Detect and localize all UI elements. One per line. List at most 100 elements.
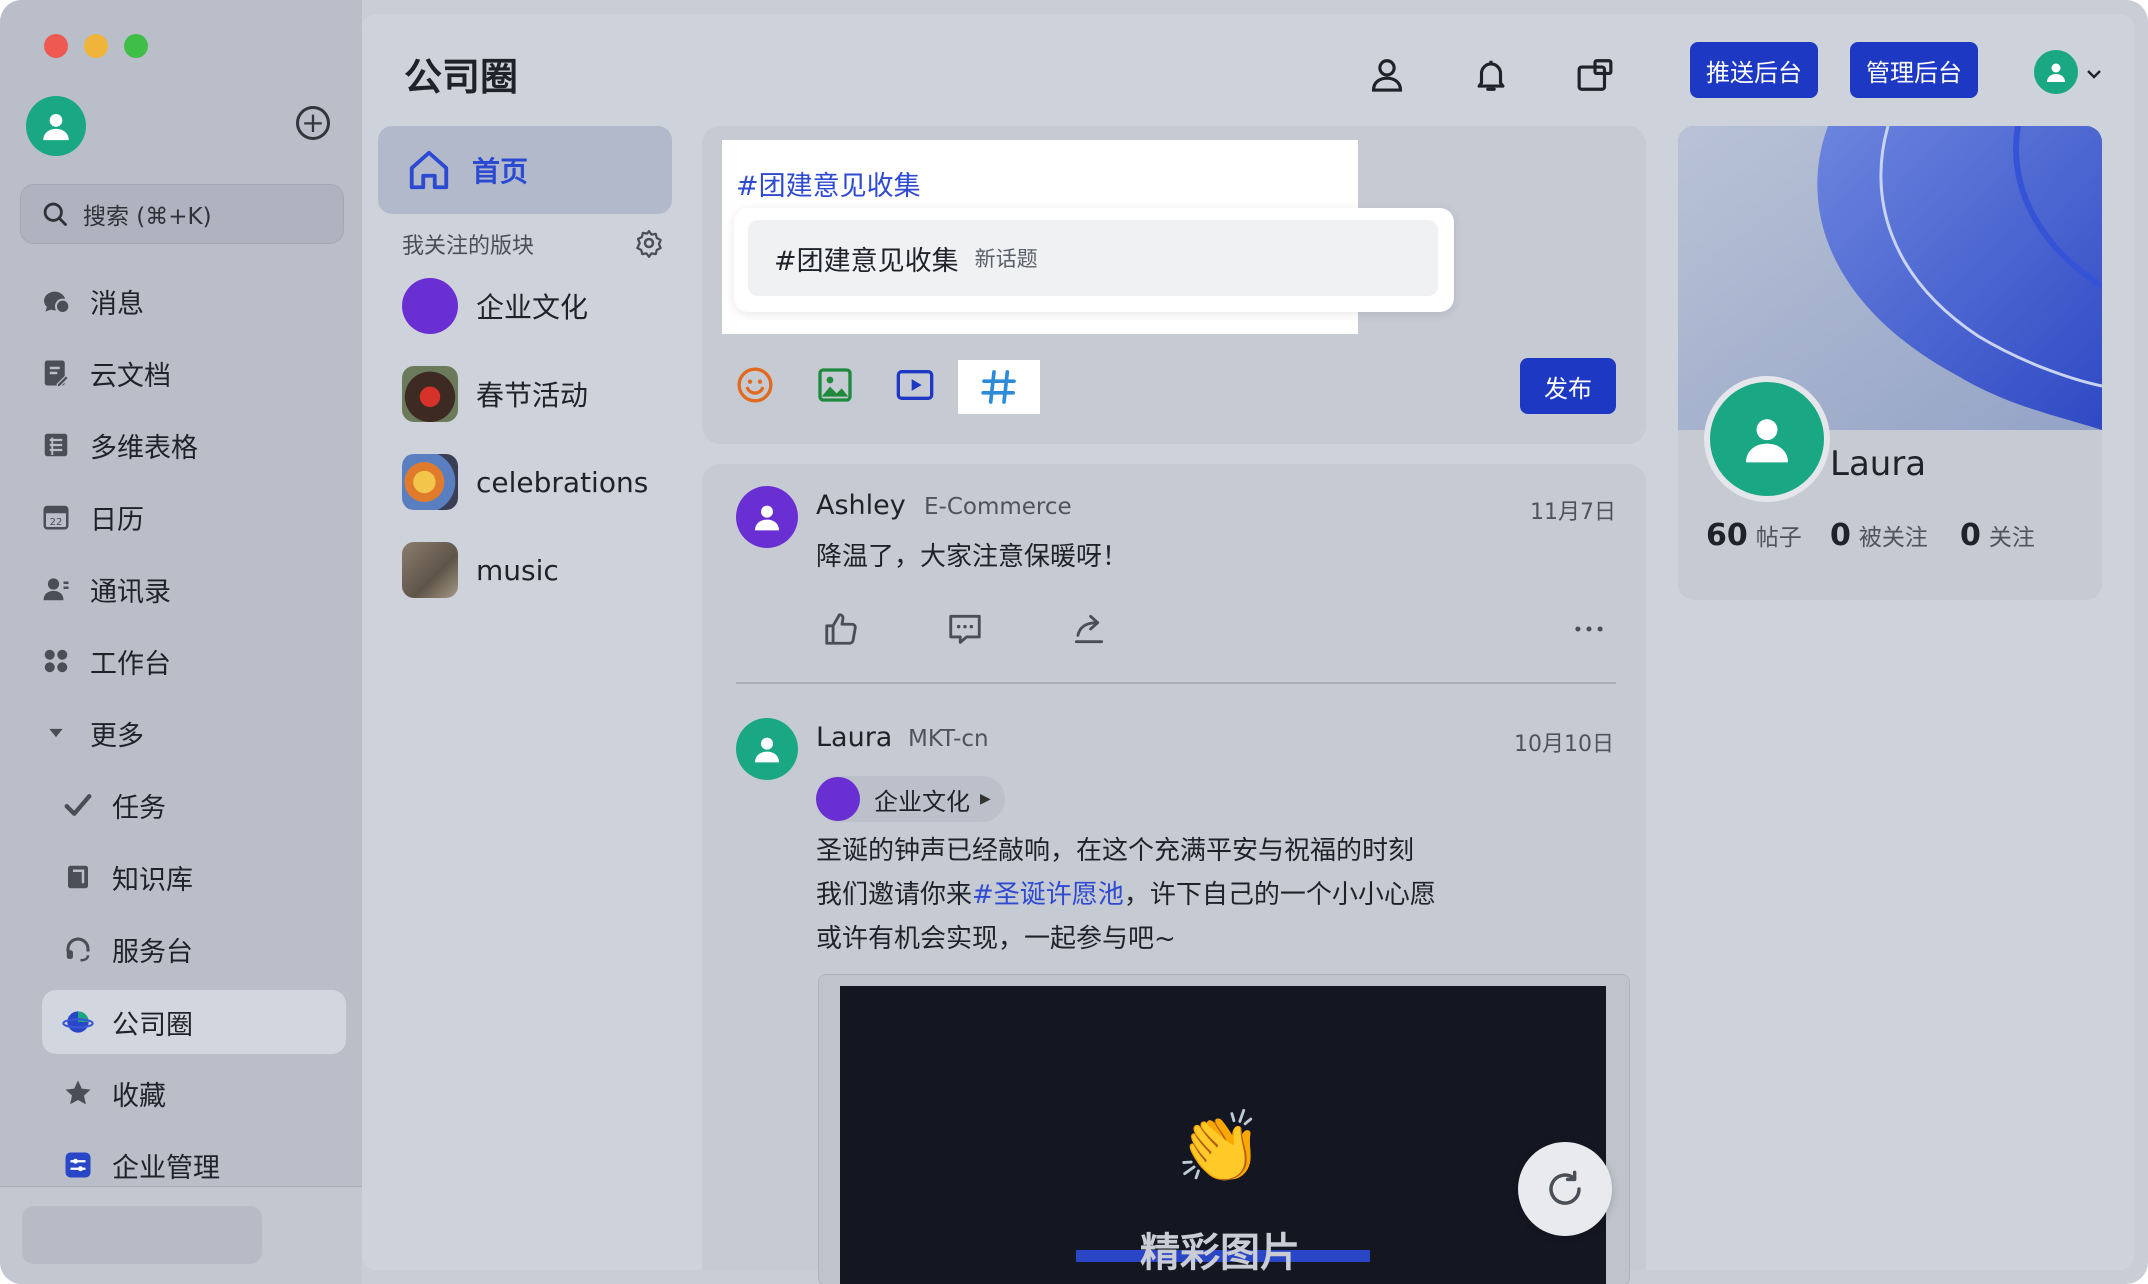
my-avatar[interactable]	[26, 96, 86, 156]
close-window-button[interactable]	[44, 34, 68, 58]
sidebar-item-contacts[interactable]: 通讯录	[36, 564, 171, 614]
moments-icon	[58, 1002, 98, 1042]
profile-name[interactable]: Laura	[1830, 444, 1926, 484]
sidebar-footer-placeholder	[22, 1206, 262, 1264]
left-sidebar: + 搜索 (⌘+K) 消息 云文档 多维表格 22 日历 通讯录 工作台 更多 …	[0, 0, 362, 1284]
board-name: music	[476, 553, 559, 587]
board-name: celebrations	[476, 465, 649, 499]
sidebar-item-workspace[interactable]: 工作台	[36, 636, 171, 686]
like-button[interactable]	[818, 606, 864, 652]
window-icon	[1577, 59, 1613, 91]
sidebar-item-favorites[interactable]: 收藏	[58, 1068, 166, 1118]
topic-suggestion-item[interactable]: #团建意见收集 新话题	[748, 220, 1438, 296]
sidebar-item-messages[interactable]: 消息	[36, 276, 144, 326]
headset-icon	[58, 929, 98, 969]
contacts-icon	[36, 569, 76, 609]
gear-icon[interactable]	[634, 228, 664, 258]
clapping-hands-icon: 👏	[1176, 1106, 1264, 1188]
sidebar-item-label: 通讯录	[90, 576, 171, 608]
sidebar-item-docs[interactable]: 云文档	[36, 348, 171, 398]
video-button[interactable]	[888, 358, 942, 412]
notifications-button[interactable]	[1466, 50, 1516, 100]
search-box[interactable]: 搜索 (⌘+K)	[20, 184, 344, 244]
post-text-segment: ，许下自己的一个小小心愿	[1123, 880, 1436, 910]
stat-followers-label: 被关注	[1858, 525, 1928, 551]
person-icon	[2047, 63, 2065, 82]
sidebar-item-more[interactable]: 更多	[36, 708, 144, 758]
more-options-button[interactable]	[1566, 606, 1612, 652]
profile-avatar[interactable]	[1704, 376, 1830, 502]
stat-following-count: 0	[1960, 518, 1981, 553]
board-name: 春节活动	[476, 379, 589, 412]
board-thumbnail	[402, 366, 458, 422]
video-icon	[896, 370, 934, 400]
board-item[interactable]: music	[402, 540, 559, 600]
board-home-label: 首页	[472, 155, 529, 188]
app-window: + 搜索 (⌘+K) 消息 云文档 多维表格 22 日历 通讯录 工作台 更多 …	[0, 0, 2148, 1284]
star-icon	[58, 1073, 98, 1113]
sidebar-item-moments[interactable]: 公司圈	[42, 990, 346, 1054]
board-item[interactable]: celebrations	[402, 452, 648, 512]
refresh-button[interactable]	[1518, 1142, 1612, 1236]
publish-button[interactable]: 发布	[1520, 358, 1616, 414]
zoom-window-button[interactable]	[124, 34, 148, 58]
home-icon	[409, 150, 449, 190]
post-author[interactable]: Laura	[816, 722, 892, 753]
sidebar-item-wiki[interactable]: 知识库	[58, 852, 193, 902]
post-text-segment: 我们邀请你来	[816, 880, 973, 910]
post-board-name: 企业文化	[874, 787, 970, 816]
stat-posts[interactable]: 60 帖子	[1706, 518, 1802, 553]
thumbs-up-icon	[825, 613, 857, 645]
topic-link[interactable]: #圣诞许愿池	[972, 880, 1124, 910]
minimize-window-button[interactable]	[84, 34, 108, 58]
sidebar-item-bitable[interactable]: 多维表格	[36, 420, 198, 470]
profile-button[interactable]	[1362, 50, 1412, 100]
emoji-button[interactable]	[728, 358, 782, 412]
sidebar-item-label: 日历	[90, 504, 144, 536]
sidebar-item-label: 工作台	[90, 648, 171, 680]
plus-icon: +	[301, 106, 325, 139]
sidebar-item-helpdesk[interactable]: 服务台	[58, 924, 193, 974]
message-icon	[36, 281, 76, 321]
sidebar-item-label: 消息	[90, 288, 144, 320]
sidebar-item-label: 任务	[112, 792, 166, 824]
post-author-avatar[interactable]	[736, 718, 798, 780]
post-text-line: 我们邀请你来#圣诞许愿池，许下自己的一个小小心愿	[816, 874, 1436, 911]
image-icon	[818, 368, 852, 402]
account-avatar[interactable]	[2034, 50, 2078, 94]
topic-button[interactable]	[958, 360, 1040, 414]
chevron-down-icon[interactable]	[2086, 68, 2102, 80]
sidebar-item-admin[interactable]: 企业管理	[58, 1140, 220, 1190]
open-window-button[interactable]	[1570, 50, 1620, 100]
more-icon	[1575, 626, 1603, 632]
composer-input-text[interactable]: #团建意见收集	[736, 164, 921, 203]
board-item[interactable]: 春节活动	[402, 364, 588, 424]
comment-button[interactable]	[942, 606, 988, 652]
post-department: MKT-cn	[908, 726, 989, 752]
media-caption: 精彩图片	[1140, 1230, 1300, 1276]
sidebar-item-tasks[interactable]: 任务	[58, 780, 166, 830]
board-thumbnail	[402, 278, 458, 334]
post-board-chip[interactable]: 企业文化 ▶	[816, 776, 1005, 822]
image-button[interactable]	[808, 358, 862, 412]
push-admin-button[interactable]: 推送后台	[1690, 42, 1818, 98]
stat-posts-label: 帖子	[1755, 525, 1802, 551]
sidebar-item-calendar[interactable]: 22 日历	[36, 492, 144, 542]
manage-admin-button[interactable]: 管理后台	[1850, 42, 1978, 98]
share-button[interactable]	[1066, 606, 1112, 652]
board-thumbnail	[816, 777, 860, 821]
board-home[interactable]: 首页	[378, 126, 672, 214]
stat-following[interactable]: 0 关注	[1960, 518, 2035, 553]
post-date: 10月10日	[1514, 732, 1614, 757]
board-item[interactable]: 企业文化	[402, 276, 588, 336]
person-icon	[755, 737, 779, 763]
board-name: 企业文化	[476, 291, 589, 324]
topic-suggestion-name: #团建意见收集	[774, 245, 959, 277]
post-author-avatar[interactable]	[736, 486, 798, 548]
followed-boards-header: 我关注的版块	[402, 234, 535, 259]
stat-followers[interactable]: 0 被关注	[1830, 518, 1928, 553]
post-author[interactable]: Ashley	[816, 490, 906, 521]
bell-icon	[1477, 60, 1505, 91]
add-button[interactable]: +	[296, 106, 330, 140]
stat-followers-count: 0	[1830, 518, 1851, 553]
